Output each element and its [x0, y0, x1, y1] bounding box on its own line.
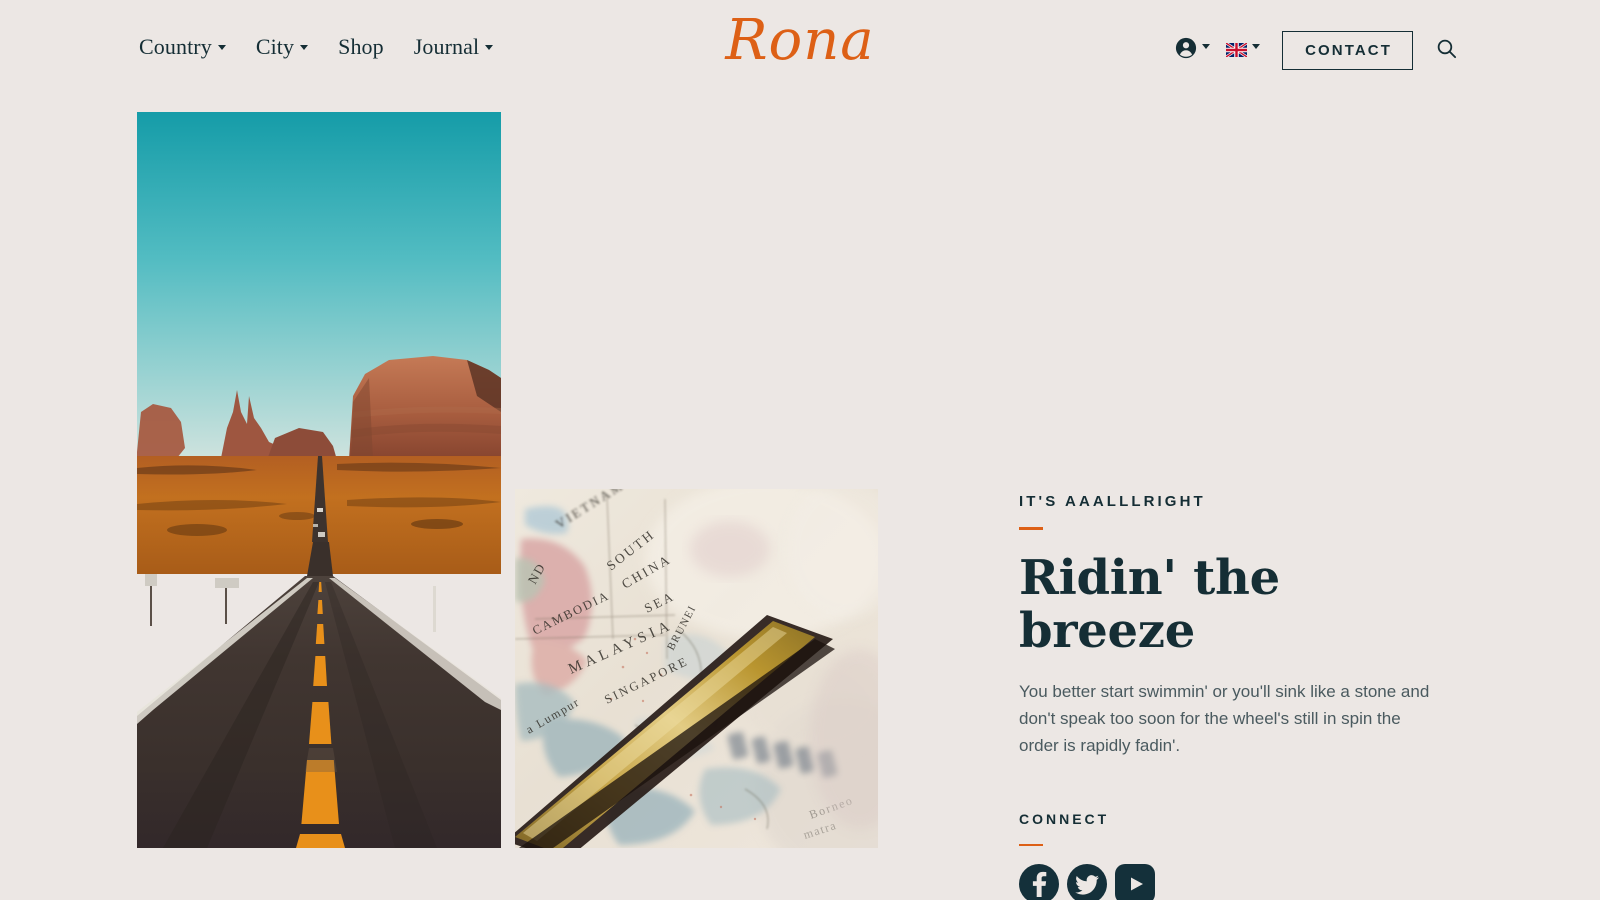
hero-text-column: IT'S AAALLLRIGHT Ridin' the breeze You b… — [1019, 489, 1439, 900]
uk-flag-icon — [1225, 41, 1248, 59]
search-button[interactable] — [1435, 37, 1458, 63]
connect-label: CONNECT — [1019, 810, 1110, 827]
chevron-down-icon — [1202, 43, 1211, 49]
globe-map-image[interactable]: VIETNAM ND CAMBODIA SOUTH CHINA SEA MALA… — [515, 489, 878, 848]
facebook-icon[interactable] — [1019, 864, 1059, 900]
accent-rule — [1019, 527, 1043, 530]
accent-rule — [1019, 843, 1043, 847]
header-actions: CONTACT — [1167, 30, 1458, 70]
hero-body-text: You better start swimmin' or you'll sink… — [1019, 682, 1430, 755]
connect-block: CONNECT — [1019, 812, 1439, 900]
page-title: Ridin' the breeze — [1019, 549, 1280, 660]
social-links — [1019, 864, 1439, 900]
hero-eyebrow: IT'S AAALLLRIGHT — [1019, 493, 1206, 510]
chevron-down-icon — [1252, 43, 1261, 49]
contact-button[interactable]: CONTACT — [1282, 30, 1413, 70]
youtube-icon[interactable] — [1115, 864, 1155, 900]
account-circle-icon — [1175, 37, 1197, 64]
desert-road-image[interactable] — [137, 112, 501, 848]
site-header: Country City Shop Journal Rona CONTACT — [0, 0, 1600, 98]
account-menu[interactable] — [1167, 37, 1218, 64]
twitter-icon[interactable] — [1067, 864, 1107, 900]
search-icon — [1435, 37, 1458, 63]
language-selector[interactable] — [1218, 41, 1268, 59]
